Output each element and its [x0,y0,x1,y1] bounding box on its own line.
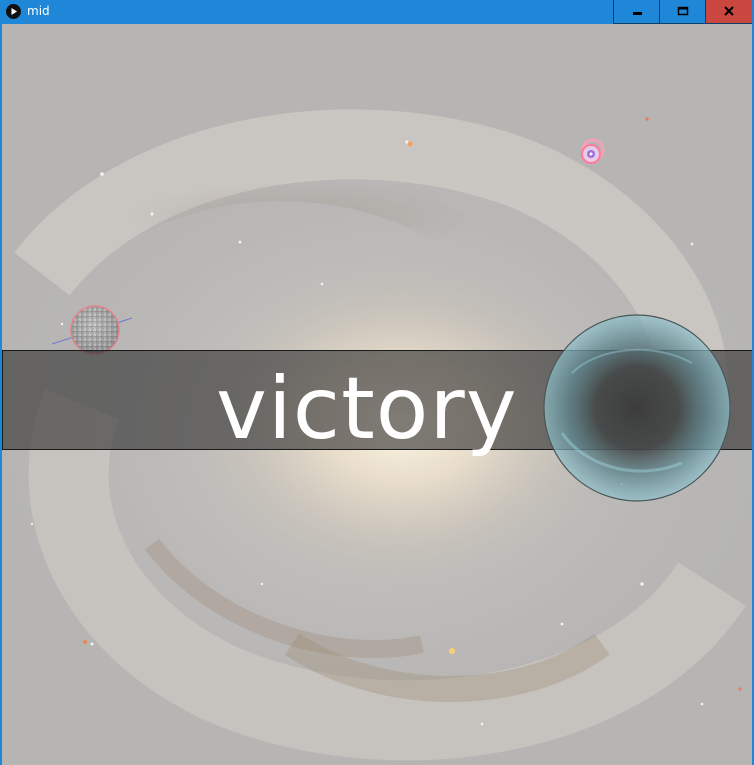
maximize-button[interactable] [659,0,705,24]
window-title: mid [27,4,50,18]
black-hole[interactable] [542,313,732,503]
target-orb[interactable] [578,138,608,168]
game-canvas[interactable]: victory [2,24,752,765]
game-window: mid victory [0,0,754,765]
title-bar[interactable]: mid [2,0,752,24]
close-button[interactable] [705,0,752,24]
play-icon [6,4,21,19]
minimize-button[interactable] [613,0,659,24]
victory-text: victory [216,359,518,459]
maximize-icon [677,6,689,16]
minimize-icon [633,12,642,15]
close-icon [724,6,734,16]
